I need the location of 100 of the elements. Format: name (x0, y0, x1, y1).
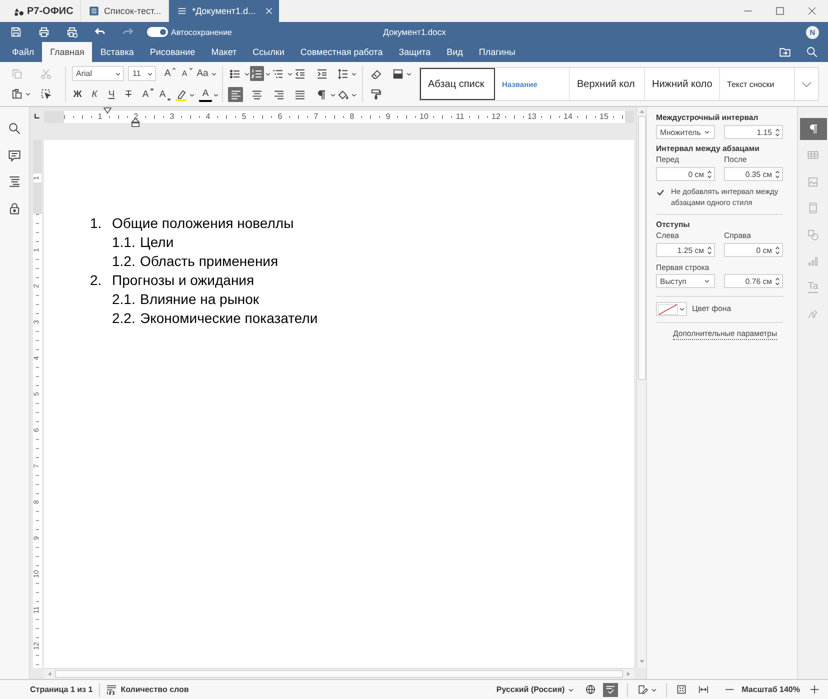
align-left-button[interactable] (228, 87, 243, 102)
copy-icon (10, 68, 22, 80)
caret-icon[interactable] (244, 70, 250, 76)
ruler-number: 10 (418, 112, 430, 122)
subscript-button[interactable]: A (156, 87, 169, 102)
spinner-arrows-icon[interactable] (775, 244, 780, 256)
menu-tab[interactable]: Вид (438, 42, 471, 62)
italic-button[interactable]: К (88, 87, 101, 102)
caret-icon[interactable] (147, 70, 153, 76)
menu-tab[interactable]: Файл (4, 42, 42, 62)
menu-tab[interactable]: Главная (42, 42, 92, 62)
spinner-arrows-icon[interactable] (775, 276, 780, 286)
fit-width-icon[interactable] (698, 684, 709, 695)
close-icon[interactable] (807, 6, 817, 16)
caret-icon[interactable] (213, 92, 219, 98)
menu-tab[interactable]: Плагины (470, 42, 524, 62)
caret-icon[interactable] (265, 70, 271, 76)
style-preset[interactable]: Текст сноски (720, 68, 795, 100)
underline-button[interactable]: Ч (105, 87, 118, 102)
menu-tab[interactable]: Защита (390, 42, 439, 62)
comment-icon[interactable] (8, 148, 21, 162)
caret-icon[interactable] (115, 70, 122, 76)
superscript-mark-icon (150, 88, 154, 92)
word-count-icon[interactable] (106, 684, 117, 695)
bar-chart-icon (807, 255, 819, 268)
autosave-toggle[interactable] (147, 27, 168, 37)
scrollbar-thumb[interactable] (55, 670, 623, 678)
caret-icon[interactable] (351, 92, 357, 98)
numbering-button[interactable] (250, 66, 264, 81)
paragraph-settings-tab[interactable] (800, 118, 826, 140)
globe-icon[interactable] (584, 684, 596, 695)
font-color-button[interactable]: A (199, 88, 212, 102)
menu-tab[interactable]: Рисование (142, 42, 204, 62)
style-preset[interactable]: Нижний коло (645, 68, 720, 100)
track-changes-icon[interactable] (636, 684, 648, 695)
language-selector[interactable]: Русский (Россия) (496, 685, 565, 694)
caret-icon[interactable] (351, 70, 357, 76)
menu-icon[interactable] (177, 6, 188, 16)
bold-button[interactable]: Ж (71, 87, 84, 102)
scrollbar-thumb[interactable] (638, 116, 646, 380)
signature-icon (807, 308, 819, 320)
paint-bucket-icon (336, 88, 349, 100)
caret-icon[interactable] (211, 70, 217, 76)
horizontal-scrollbar[interactable] (44, 668, 634, 679)
spinner-arrows-icon[interactable] (775, 168, 780, 180)
strikethrough-button[interactable]: Т (122, 87, 135, 102)
list-number: 1.1. (112, 233, 136, 252)
folder-arrow-icon[interactable] (779, 46, 791, 58)
menu-tab[interactable]: Макет (203, 42, 245, 62)
style-preset[interactable]: Абзац списк (420, 68, 495, 100)
ruler-number: 1 (96, 112, 104, 122)
printer-icon[interactable] (38, 26, 50, 38)
caret-icon[interactable] (286, 70, 292, 76)
search-icon[interactable] (8, 122, 21, 135)
chevron-down-icon (801, 80, 812, 88)
shapes-icon (807, 228, 819, 241)
lock-icon[interactable] (8, 202, 21, 214)
headings-icon[interactable] (8, 175, 21, 188)
image-icon (807, 176, 819, 188)
spinner-arrows-icon[interactable] (707, 244, 712, 256)
search-icon[interactable] (806, 46, 818, 58)
caret-icon[interactable] (330, 92, 336, 98)
zoom-in-icon[interactable] (809, 684, 820, 695)
left-indent-marker-icon[interactable] (131, 118, 140, 127)
spinner-arrows-icon[interactable] (707, 168, 712, 180)
style-preset[interactable]: Верхний кол (570, 68, 645, 100)
font-name-field[interactable]: Arial (72, 66, 124, 81)
page-counter[interactable]: Страница 1 из 1 (30, 685, 93, 694)
fit-page-icon[interactable] (676, 684, 687, 695)
quick-print-icon[interactable] (66, 26, 78, 38)
caret-icon[interactable] (406, 71, 412, 77)
tab-stop-type-icon[interactable] (34, 113, 40, 119)
align-left-icon (230, 88, 242, 100)
menu-tab[interactable]: Ссылки (244, 42, 292, 62)
align-right-icon (272, 88, 284, 100)
font-size-field[interactable]: 11 (128, 66, 156, 81)
menu-tab[interactable]: Вставка (92, 42, 142, 62)
save-icon[interactable] (10, 26, 22, 38)
checkbox[interactable] (656, 188, 665, 197)
spinner-arrows-icon[interactable] (775, 126, 780, 138)
maximize-icon[interactable] (775, 6, 785, 16)
caret-icon[interactable] (568, 686, 574, 692)
ruler-number: 14 (562, 112, 574, 122)
word-count-label[interactable]: Количество слов (120, 685, 189, 694)
menu-tab[interactable]: Совместная работа (292, 42, 391, 62)
vertical-scrollbar[interactable] (636, 107, 646, 668)
document-page[interactable]: 1. Общие положения новеллы 1.1. Цели 1.2. Область применения 2. Прогнозы и ожидания 2.1. Влияние на рынок 2.2. Экономические показатели (44, 140, 634, 668)
superscript-button[interactable]: A (139, 87, 152, 102)
spellcheck-button[interactable] (602, 682, 618, 696)
document-tab[interactable]: *Документ1.d... (168, 0, 279, 22)
document-title: Документ1.docx (383, 27, 446, 37)
line-spacing-button[interactable] (336, 66, 350, 81)
list-item-text: Прогнозы и ожидания (112, 271, 254, 290)
caret-icon[interactable] (25, 91, 31, 97)
caret-icon[interactable] (189, 92, 195, 98)
grow-font-button[interactable]: A (161, 66, 174, 81)
shrink-font-button[interactable]: A (178, 66, 191, 81)
change-case-button[interactable]: Aa (195, 66, 210, 81)
caret-icon[interactable] (650, 686, 657, 692)
color-picker-button[interactable] (656, 302, 687, 316)
